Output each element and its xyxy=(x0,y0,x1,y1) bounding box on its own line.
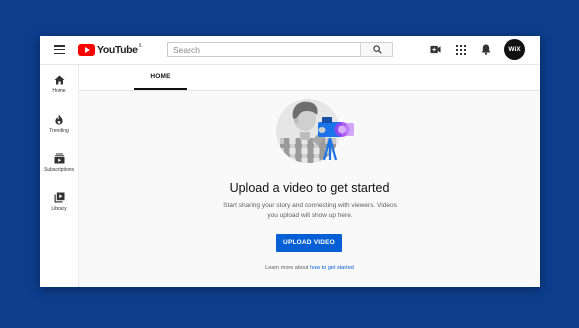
notifications-bell-icon[interactable] xyxy=(481,44,491,55)
logo-country-code: IL xyxy=(138,43,143,49)
home-icon xyxy=(54,75,64,85)
learn-more-prefix: Learn more about xyxy=(265,265,309,271)
subscriptions-icon xyxy=(54,153,64,164)
apps-grid-icon[interactable] xyxy=(456,45,466,55)
hamburger-icon[interactable] xyxy=(54,45,65,55)
top-bar: YouTube IL Search WiX xyxy=(40,36,540,65)
avatar[interactable]: WiX xyxy=(504,39,525,60)
create-video-icon[interactable] xyxy=(430,45,441,54)
sidebar-item-subscriptions[interactable]: Subscriptions xyxy=(40,153,78,173)
logo-text: YouTube xyxy=(97,44,138,56)
sidebar-item-label: Subscriptions xyxy=(43,167,74,173)
tab-home[interactable]: HOME xyxy=(134,65,187,90)
flame-icon xyxy=(55,114,63,125)
sidebar-item-trending[interactable]: Trending xyxy=(40,114,78,134)
sidebar-item-label: Trending xyxy=(49,128,69,134)
youtube-logo[interactable]: YouTube IL xyxy=(78,43,143,57)
sidebar-item-label: Home xyxy=(52,88,66,94)
search-icon xyxy=(373,45,382,54)
browser-window: YouTube IL Search WiX Home Trending Subs… xyxy=(40,36,540,287)
empty-state-description: Start sharing your story and connecting … xyxy=(223,202,397,219)
youtube-play-icon xyxy=(78,44,95,56)
upload-video-button[interactable]: UPLOAD VIDEO xyxy=(276,234,342,252)
learn-more-text: Learn more about how to get started xyxy=(79,265,540,271)
sidebar-item-home[interactable]: Home xyxy=(40,75,78,94)
how-to-get-started-link[interactable]: how to get started xyxy=(310,265,354,271)
channel-tab-bar: HOME xyxy=(79,65,540,91)
sidebar-item-library[interactable]: Library xyxy=(40,192,78,212)
sidebar: Home Trending Subscriptions Library xyxy=(40,65,79,287)
search-button[interactable] xyxy=(360,42,393,57)
sidebar-item-label: Library xyxy=(51,206,67,212)
person-with-video-camera-illustration xyxy=(276,99,354,163)
library-icon xyxy=(54,192,64,203)
search-input[interactable]: Search xyxy=(167,42,360,57)
empty-state-headline: Upload a video to get started xyxy=(229,181,390,195)
